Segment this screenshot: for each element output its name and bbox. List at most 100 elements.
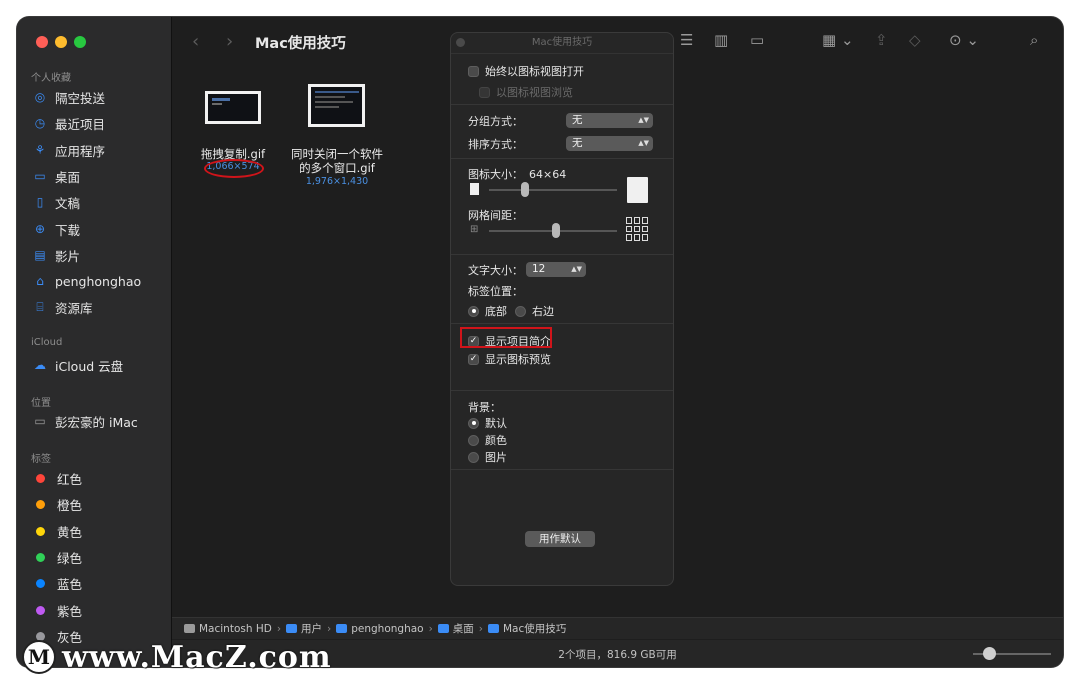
sidebar-tag-item[interactable]: 黄色 [33, 520, 82, 542]
sidebar-item-label: 下载 [55, 222, 81, 238]
group-icon[interactable]: ▦ ⌄ [822, 31, 854, 49]
applications-icon: ⚘ [34, 143, 46, 157]
background-label: 背景： [468, 401, 501, 414]
sidebar-item-download[interactable]: ⊕ 下载 [33, 218, 80, 240]
small-grid-icon: ⊞ [470, 224, 479, 235]
sort-by-label: 排序方式： [468, 138, 523, 151]
file-info: 1,976×1,430 [305, 176, 369, 187]
sidebar-item-label: 隔空投送 [55, 90, 106, 106]
text-size-label: 文字大小： [468, 264, 523, 277]
sidebar-item-icloud-drive[interactable]: ☁ iCloud 云盘 [33, 354, 123, 376]
close-window-button[interactable] [36, 36, 48, 48]
bg-picture-option[interactable]: 图片 [468, 449, 507, 465]
sidebar-item-label: 桌面 [55, 169, 81, 185]
share-icon[interactable]: ⇪ [875, 31, 888, 49]
document-icon: ▯ [36, 195, 44, 209]
gallery-view-icon[interactable]: ▭ [750, 31, 764, 49]
sidebar-tag-item[interactable]: 橙色 [33, 493, 82, 515]
checkbox[interactable] [468, 65, 479, 77]
sidebar-item-label: 资源库 [55, 300, 93, 316]
path-item-current[interactable]: Mac使用技巧 [488, 621, 566, 636]
file-thumbnail[interactable] [205, 91, 261, 124]
path-item-disk[interactable]: Macintosh HD [184, 623, 272, 635]
sidebar-item-applications[interactable]: ⚘ 应用程序 [33, 139, 105, 161]
radio-button[interactable] [468, 305, 479, 317]
panel-close-button[interactable] [456, 38, 465, 47]
sidebar-tag-item[interactable]: 蓝色 [33, 572, 82, 594]
sidebar-item-label: 紫色 [57, 603, 83, 619]
bg-default-option[interactable]: 默认 [468, 415, 507, 431]
sidebar-item-label: 绿色 [57, 550, 83, 566]
bg-color-option[interactable]: 颜色 [468, 432, 507, 448]
option-label: 底部 [485, 305, 507, 318]
file-name-line2: 的多个窗口.gif [299, 161, 375, 175]
radio-button[interactable] [468, 451, 479, 463]
tag-color-dot [36, 578, 45, 588]
divider [451, 104, 673, 105]
radio-button[interactable] [515, 305, 526, 317]
divider [451, 323, 673, 324]
select-value: 12 [532, 263, 546, 275]
minimize-window-button[interactable] [55, 36, 67, 48]
stepper-arrows-icon: ▲▼ [571, 265, 582, 273]
forward-button[interactable]: › [226, 31, 233, 52]
sort-by-select[interactable]: 无 ▲▼ [566, 136, 653, 151]
select-value: 无 [572, 114, 583, 126]
label-right-option[interactable]: 右边 [515, 303, 554, 319]
sidebar-item-library[interactable]: ⌸ 资源库 [33, 296, 93, 318]
radio-button[interactable] [468, 417, 479, 429]
sidebar-item-movie[interactable]: ▤ 影片 [33, 244, 80, 266]
text-size-select[interactable]: 12 ▲▼ [526, 262, 586, 277]
always-open-icon-view-option[interactable]: 始终以图标视图打开 [468, 63, 584, 79]
path-item-home[interactable]: penghonghao [336, 622, 424, 635]
checkbox-checked[interactable]: ✓ [468, 353, 479, 365]
sidebar-item-label: 蓝色 [57, 576, 83, 592]
path-item-users[interactable]: 用户 [286, 621, 322, 636]
sidebar-tag-item[interactable]: 绿色 [33, 546, 82, 568]
sidebar-tag-item[interactable]: 红色 [33, 467, 82, 489]
path-item-desktop[interactable]: 桌面 [437, 621, 474, 636]
sidebar-item-desktop[interactable]: ▭ 桌面 [33, 165, 80, 187]
radio-button[interactable] [468, 434, 479, 446]
back-button[interactable]: ‹ [192, 31, 199, 52]
tag-color-dot [36, 605, 45, 615]
column-view-icon[interactable]: ▥ [714, 31, 728, 49]
library-icon: ⌸ [36, 299, 44, 314]
grid-spacing-knob[interactable] [552, 223, 560, 238]
file-thumbnail[interactable] [308, 84, 365, 127]
sidebar-item-label: 彭宏豪的 iMac [55, 414, 138, 430]
zoom-window-button[interactable] [74, 36, 86, 48]
show-icon-preview-option[interactable]: ✓ 显示图标预览 [468, 351, 551, 367]
more-actions-icon[interactable]: ⊙ ⌄ [949, 31, 979, 49]
option-label: 显示图标预览 [485, 353, 551, 366]
sidebar-item-clock[interactable]: ◷ 最近项目 [33, 112, 105, 134]
sidebar-item-imac[interactable]: ▭ 彭宏豪的 iMac [33, 410, 138, 432]
option-label: 始终以图标视图打开 [485, 65, 584, 78]
home-icon: ⌂ [36, 274, 44, 288]
icloud-section-label: iCloud [31, 337, 63, 348]
folder-icon [437, 624, 449, 633]
use-as-defaults-button[interactable]: 用作默认 [525, 531, 595, 547]
icon-size-knob[interactable] [521, 182, 529, 197]
grid-spacing-label: 网格间距： [468, 209, 523, 222]
clock-icon: ◷ [34, 116, 46, 130]
disk-icon [184, 624, 195, 633]
sidebar-tag-item[interactable]: 紫色 [33, 599, 82, 621]
sidebar-item-airdrop[interactable]: ◎ 隔空投送 [33, 86, 105, 108]
tag-color-dot [36, 473, 45, 483]
path-separator-icon: › [428, 622, 433, 635]
sidebar-item-home[interactable]: ⌂ penghonghao [33, 270, 141, 292]
list-view-icon[interactable]: ☰ [680, 31, 693, 49]
option-label: 默认 [485, 417, 507, 430]
label-position-label: 标签位置： [468, 285, 523, 298]
path-label: penghonghao [351, 622, 424, 635]
sidebar-item-document[interactable]: ▯ 文稿 [33, 191, 80, 213]
group-by-select[interactable]: 无 ▲▼ [566, 113, 653, 128]
option-label: 颜色 [485, 434, 507, 447]
tag-icon[interactable]: ◇ [909, 31, 921, 49]
label-bottom-option[interactable]: 底部 [468, 303, 507, 319]
zoom-knob[interactable] [983, 647, 996, 660]
sidebar-item-label: 最近项目 [55, 116, 106, 132]
search-icon[interactable]: ⌕ [1030, 31, 1038, 49]
path-separator-icon: › [327, 622, 332, 635]
